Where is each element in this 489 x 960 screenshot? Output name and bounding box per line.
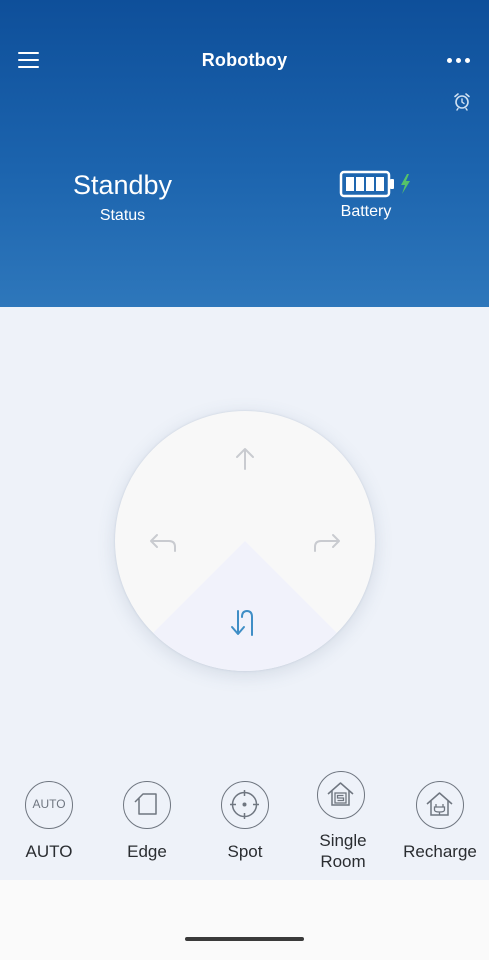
mode-single-room-label: Single Room: [319, 831, 367, 871]
spot-icon: [221, 781, 269, 829]
u-turn-icon[interactable]: [229, 607, 259, 639]
mode-auto-label: AUTO: [25, 842, 73, 861]
auto-icon: AUTO: [25, 781, 73, 829]
home-indicator[interactable]: [185, 937, 304, 941]
direction-pad: [115, 411, 375, 671]
status-label: Status: [99, 207, 146, 224]
header: Robotboy Standby Status Battery: [0, 0, 489, 307]
bottom-bar: [0, 880, 489, 960]
edge-icon: [123, 781, 171, 829]
single-room-icon: [317, 771, 365, 819]
mode-spot-label: Spot: [227, 842, 263, 861]
turn-right-icon[interactable]: [311, 529, 343, 555]
more-dots-icon[interactable]: [444, 51, 474, 71]
battery-icon: [339, 170, 419, 200]
alarm-clock-icon[interactable]: [451, 90, 473, 112]
mode-recharge-label: Recharge: [403, 842, 477, 861]
turn-left-icon[interactable]: [147, 529, 179, 555]
page-title: Robotboy: [201, 50, 288, 70]
arrow-up-icon[interactable]: [231, 445, 259, 473]
recharge-icon: [416, 781, 464, 829]
status-value: Standby: [72, 170, 173, 200]
control-panel: AUTO AUTO Edge Spot Single Room Recharge: [0, 307, 489, 880]
lightning-bolt-icon: [401, 174, 410, 194]
battery-label: Battery: [340, 203, 392, 220]
mode-edge-label: Edge: [127, 842, 167, 861]
mode-bar: AUTO AUTO Edge Spot Single Room Recharge: [0, 771, 489, 883]
